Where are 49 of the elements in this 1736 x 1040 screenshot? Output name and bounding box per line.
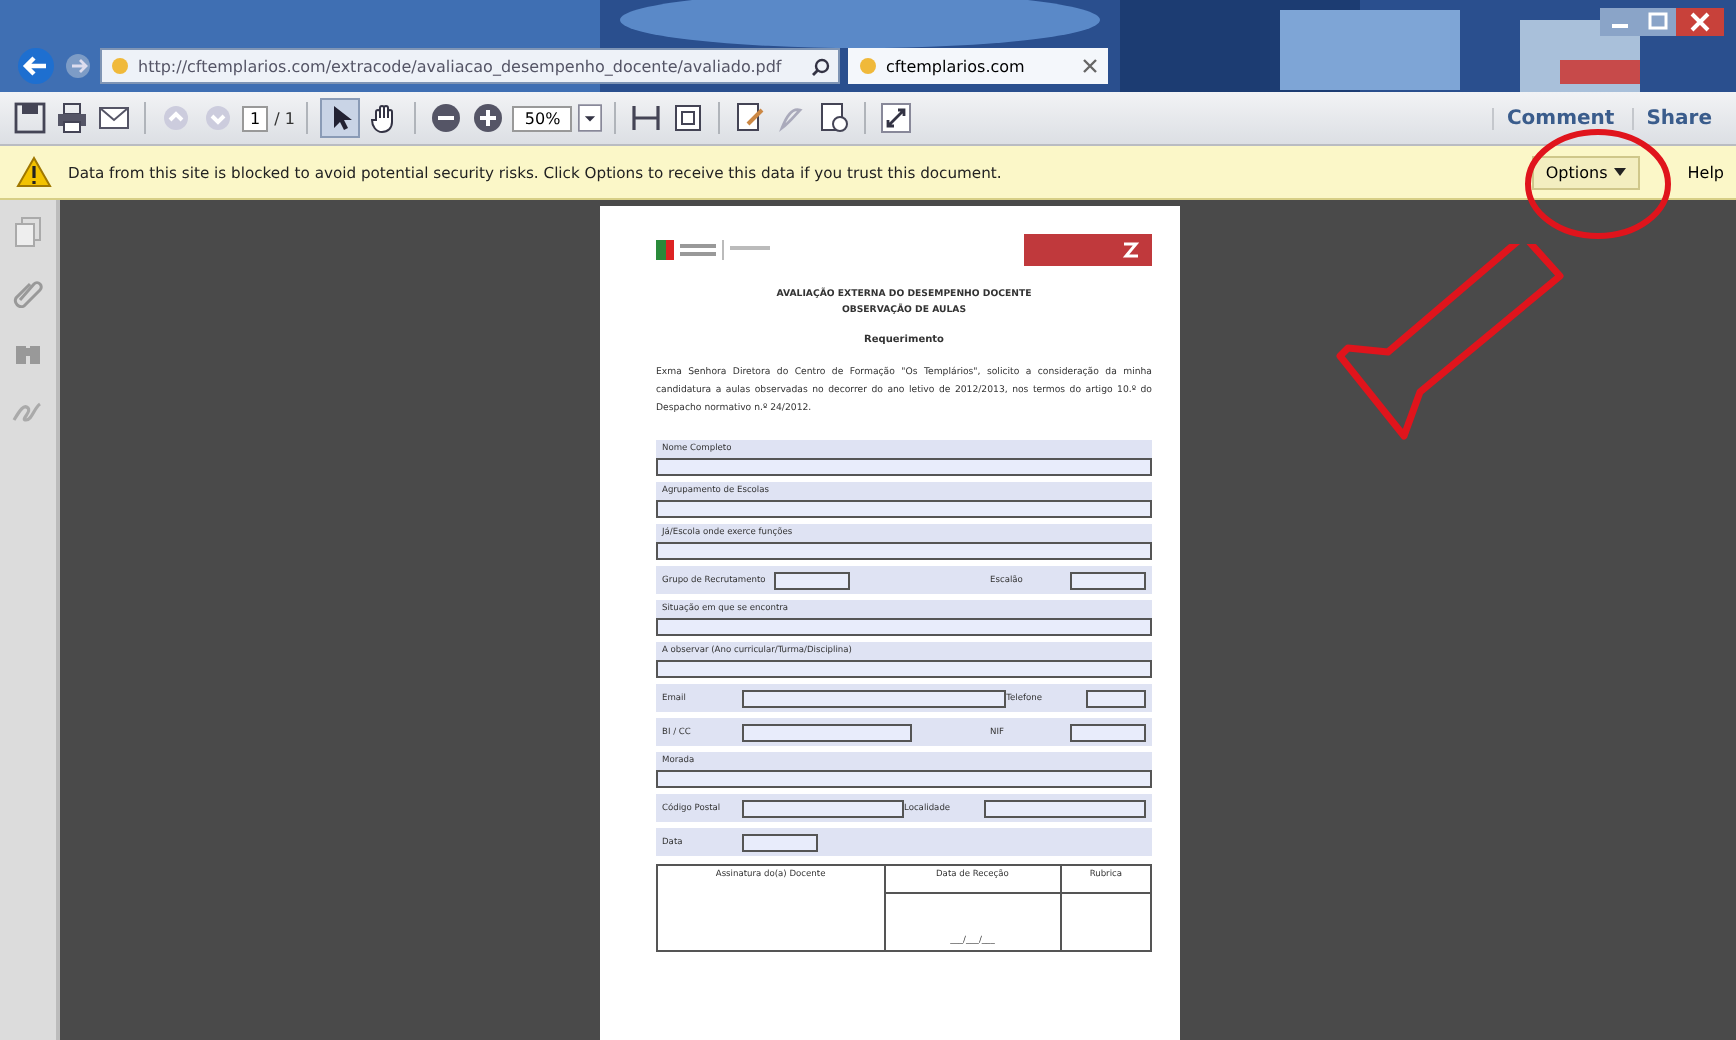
address-bar[interactable]: http://cftemplarios.com/extracode/avaliacao_desempenho_docente/avaliado.pdf <box>100 48 840 84</box>
help-link[interactable]: Help <box>1683 163 1728 181</box>
tab-title: cftemplarios.com <box>886 57 1025 75</box>
expand-icon[interactable] <box>878 100 915 136</box>
input-field[interactable] <box>742 799 904 817</box>
page-icon <box>110 56 130 76</box>
input-field[interactable] <box>1070 723 1146 741</box>
input-field[interactable] <box>773 571 850 589</box>
save-icon[interactable] <box>12 100 48 136</box>
government-logo-icon <box>656 238 772 262</box>
input-field[interactable] <box>656 618 1152 636</box>
back-button[interactable] <box>16 46 56 86</box>
fit-width-icon[interactable] <box>628 100 665 136</box>
page-number-field[interactable]: 1 <box>242 105 269 131</box>
zoom-in-icon[interactable] <box>470 100 507 136</box>
toolbar-action[interactable]: Share <box>1632 107 1724 129</box>
input-field[interactable] <box>656 660 1152 678</box>
close-icon[interactable] <box>1082 58 1098 74</box>
input-field[interactable] <box>742 723 912 741</box>
input-field[interactable] <box>656 500 1152 518</box>
zoom-field[interactable]: 50% <box>512 105 573 131</box>
caret-icon <box>1613 168 1626 176</box>
dropdown-icon[interactable] <box>578 102 603 134</box>
document-icon[interactable] <box>816 100 853 136</box>
input-field[interactable] <box>742 833 818 851</box>
forward-button[interactable] <box>64 52 92 80</box>
input-field[interactable] <box>1086 689 1146 707</box>
input-field[interactable] <box>656 770 1152 788</box>
toolbar-action[interactable]: Comment <box>1492 107 1627 129</box>
input-field[interactable] <box>656 458 1152 476</box>
search-icon[interactable] <box>812 57 830 75</box>
window-controls-icon[interactable] <box>1600 8 1724 40</box>
cursor-icon[interactable] <box>320 98 361 138</box>
edit-document-icon[interactable] <box>732 100 769 136</box>
input-field[interactable] <box>984 799 1146 817</box>
input-field[interactable] <box>656 542 1152 560</box>
input-field[interactable] <box>742 689 1007 707</box>
print-icon[interactable] <box>54 100 90 136</box>
fit-page-icon[interactable] <box>670 100 707 136</box>
zoom-out-icon[interactable] <box>428 100 465 136</box>
url-text: http://cftemplarios.com/extracode/avaliacao_desempenho_docente/avaliado.pdf <box>138 57 784 75</box>
paperclip-icon[interactable] <box>12 276 44 308</box>
browser-tab[interactable]: cftemplarios.com <box>848 48 1108 84</box>
warning-icon <box>16 156 52 188</box>
page-count: / 1 <box>274 109 295 127</box>
options-button[interactable]: Options <box>1531 155 1640 189</box>
banner-logo-icon <box>1024 234 1152 266</box>
page-icon <box>858 56 878 76</box>
input-field[interactable] <box>1070 571 1146 589</box>
